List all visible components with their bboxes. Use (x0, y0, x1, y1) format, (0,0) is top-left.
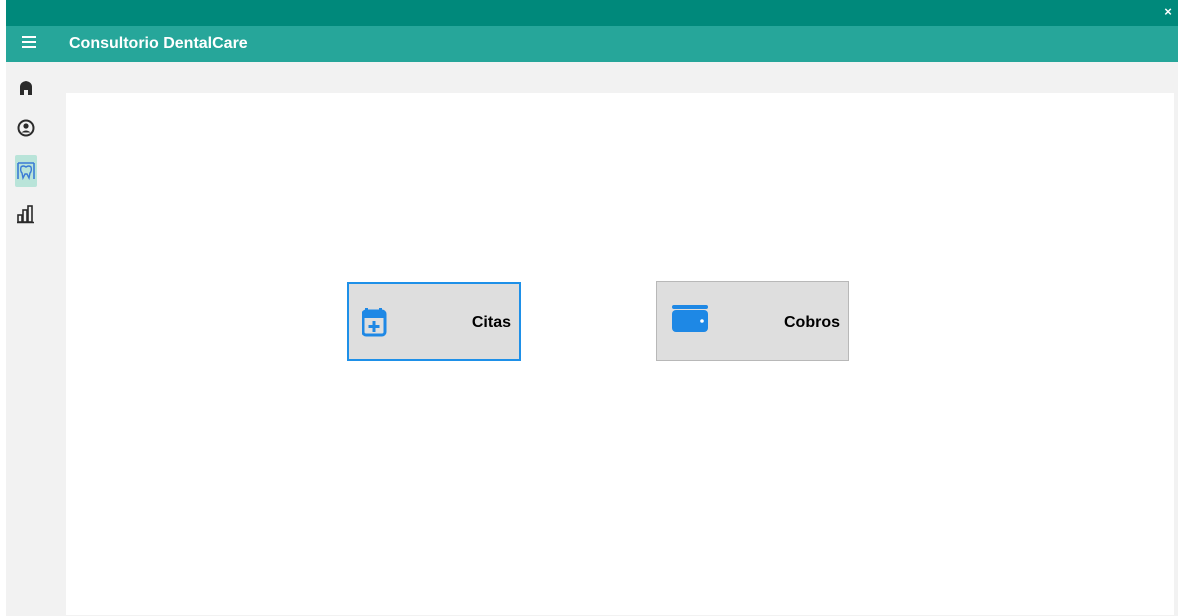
app-bar: Consultorio DentalCare (6, 26, 1178, 62)
cobros-button[interactable]: Cobros (656, 281, 849, 361)
cobros-label: Cobros (784, 314, 840, 331)
bar-chart-icon (17, 205, 34, 224)
sidebar-item-patients[interactable] (15, 112, 37, 144)
main-content-panel: Citas Cobros (66, 93, 1174, 615)
sidebar-item-home[interactable] (15, 72, 37, 104)
home-icon (20, 81, 32, 95)
citas-label: Citas (471, 314, 511, 331)
window-border-right (1178, 0, 1182, 616)
user-circle-icon (17, 119, 35, 137)
close-button[interactable]: × (1160, 4, 1176, 20)
sidebar-item-dental[interactable] (15, 155, 37, 187)
citas-button[interactable]: Citas (347, 282, 521, 361)
app-title: Consultorio DentalCare (69, 35, 248, 52)
wallet-icon (672, 305, 708, 332)
tooth-icon (17, 162, 35, 181)
hamburger-menu-icon[interactable] (22, 36, 36, 50)
sidebar-item-reports[interactable] (15, 198, 37, 230)
calendar-plus-icon (362, 308, 387, 337)
window-titlebar: × (6, 0, 1178, 26)
sidebar (6, 62, 61, 616)
